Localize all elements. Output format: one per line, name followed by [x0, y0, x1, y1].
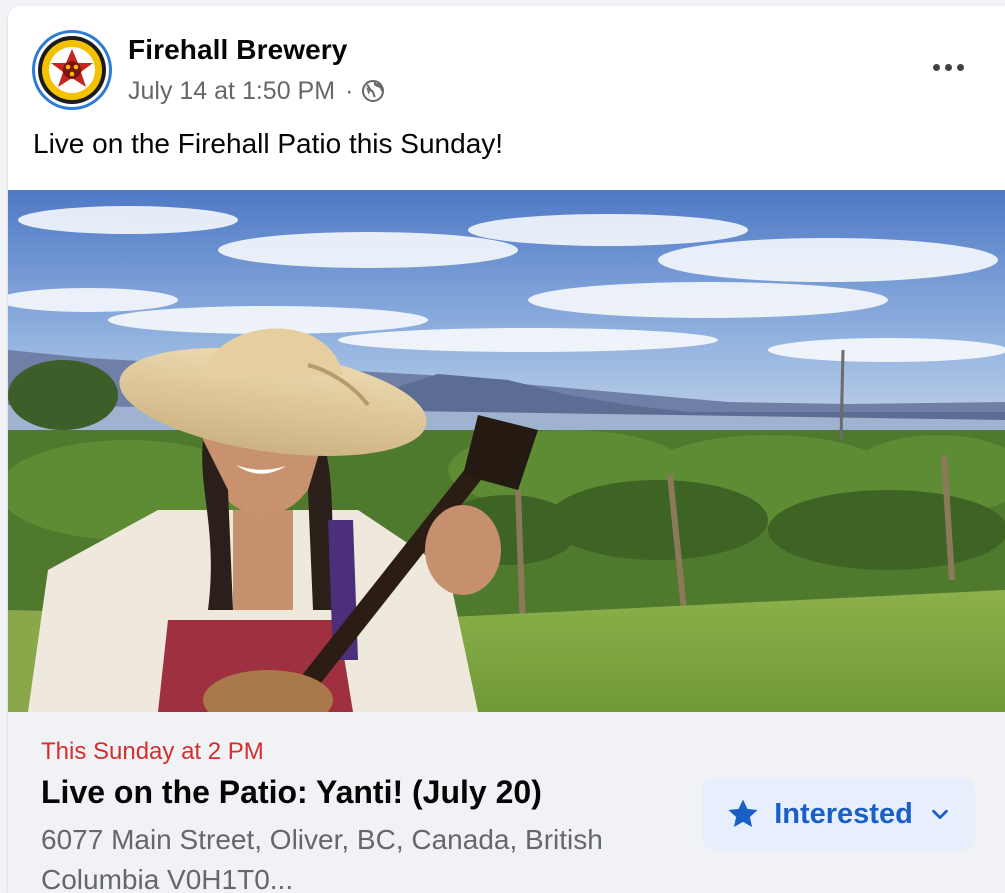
avatar[interactable]	[32, 30, 112, 110]
meta-separator: ·	[345, 76, 354, 105]
post-meta: July 14 at 1:50 PM ·	[128, 76, 385, 106]
more-options-dot	[932, 63, 940, 71]
post-card: Firehall Brewery July 14 at 1:50 PM · Li…	[8, 6, 1005, 893]
interested-label: Interested	[774, 797, 913, 830]
event-time: This Sunday at 2 PM	[41, 738, 264, 765]
post-timestamp[interactable]: July 14 at 1:50 PM	[128, 77, 335, 106]
vineyard-photo	[8, 190, 1005, 712]
star-icon	[728, 799, 758, 828]
more-options-dot	[944, 63, 952, 71]
chevron-down-icon	[932, 809, 948, 820]
more-options-dot	[956, 63, 964, 71]
event-title[interactable]: Live on the Patio: Yanti! (July 20)	[41, 774, 542, 811]
more-options-button[interactable]	[926, 50, 970, 84]
interested-button[interactable]: Interested	[702, 778, 975, 850]
event-address: 6077 Main Street, Oliver, BC, Canada, Br…	[41, 824, 603, 893]
globe-icon[interactable]	[361, 79, 385, 103]
firehall-logo-icon	[38, 36, 106, 104]
post-caption: Live on the Firehall Patio this Sunday!	[33, 128, 504, 159]
post-photo[interactable]	[8, 190, 1005, 712]
post-header: Firehall Brewery July 14 at 1:50 PM ·	[8, 6, 1005, 126]
event-panel[interactable]: This Sunday at 2 PM Live on the Patio: Y…	[8, 712, 1005, 893]
page-name[interactable]: Firehall Brewery	[128, 34, 347, 66]
